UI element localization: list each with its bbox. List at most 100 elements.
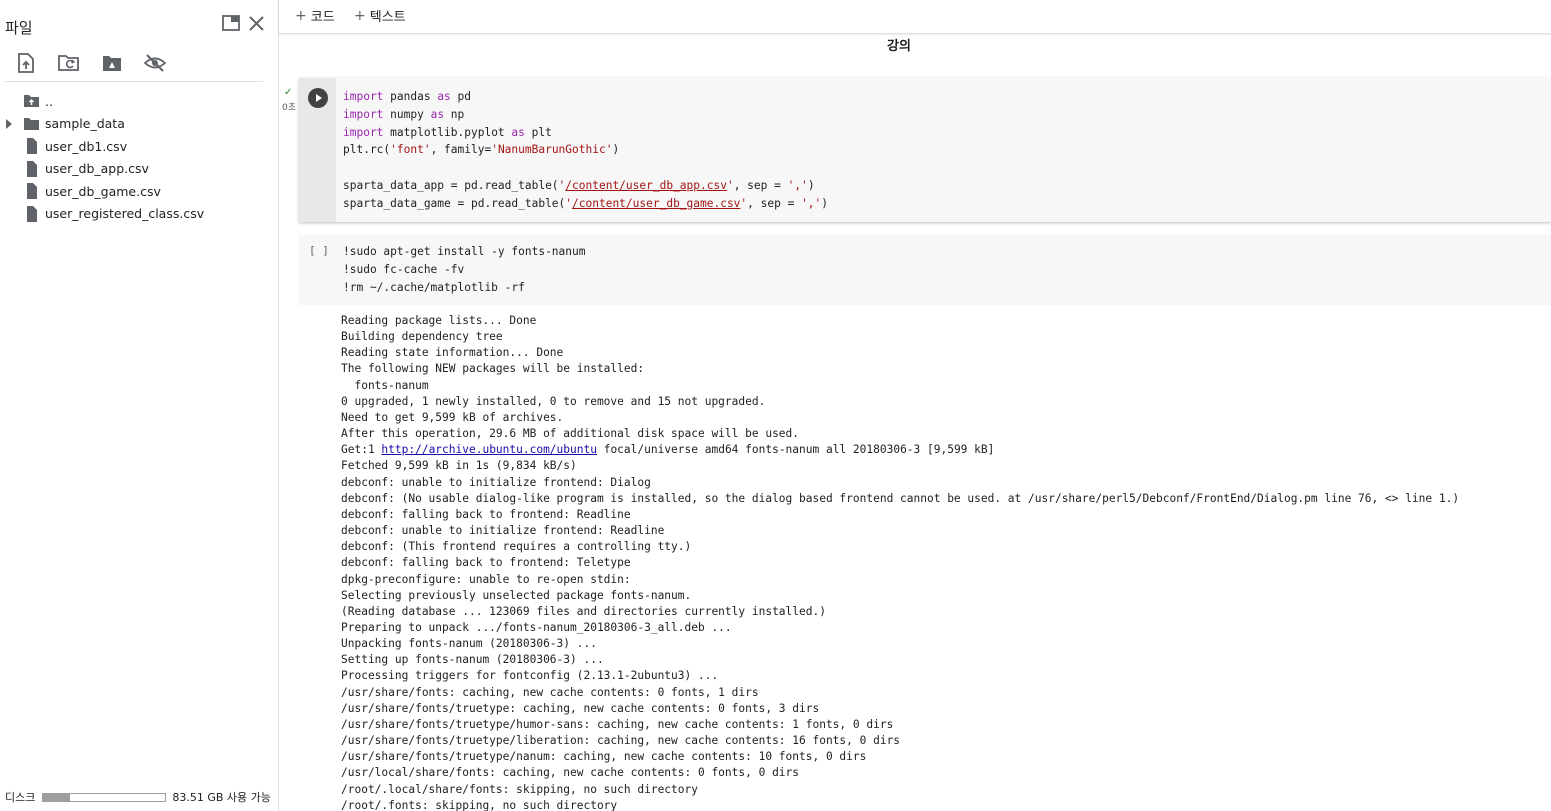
- add-text-button[interactable]: + 텍스트: [354, 6, 406, 26]
- keyword: as: [430, 107, 445, 121]
- string-literal: 'NanumBarunGothic': [491, 143, 613, 157]
- refresh-folder-icon: [58, 55, 79, 71]
- string-literal: ',': [801, 196, 822, 210]
- output-line: /usr/share/fonts/truetype: caching, new …: [341, 701, 820, 715]
- code-line: import pandas as pd: [343, 88, 828, 106]
- code-line: sparta_data_game = pd.read_table('/conte…: [343, 195, 828, 213]
- upload-file-button[interactable]: [14, 51, 38, 75]
- tree-item-label: user_db1.csv: [45, 138, 128, 154]
- cell-output: Reading package lists... Done Building de…: [341, 313, 1459, 811]
- refresh-button[interactable]: [57, 51, 81, 75]
- mount-drive-button[interactable]: [100, 51, 124, 75]
- code-cell-install[interactable]: [ ] !sudo apt-get install -y fonts-nanum…: [299, 235, 1551, 305]
- tree-item-label: sample_data: [45, 116, 125, 132]
- sidebar-toolbar: [14, 51, 167, 75]
- output-line: debconf: falling back to frontend: Readl…: [341, 507, 631, 521]
- tree-item-label: user_db_app.csv: [45, 161, 149, 177]
- output-line: /usr/share/fonts/truetype/liberation: ca…: [341, 734, 901, 748]
- file-icon: [27, 183, 37, 200]
- code-line: plt.rc('font', family='NanumBarunGothic'…: [343, 141, 828, 159]
- output-line: debconf: unable to initialize frontend: …: [341, 475, 651, 489]
- notebook-main: + 코드 + 텍스트 강의 ✓ 0초 import pandas as pd im…: [279, 0, 1551, 811]
- output-line: Fetched 9,599 kB in 1s (9,834 kB/s): [341, 459, 577, 473]
- string-literal: ',': [787, 178, 808, 192]
- output-line: fonts-nanum: [341, 378, 429, 392]
- output-line: Unpacking fonts-nanum (20180306-3) ...: [341, 637, 597, 651]
- add-code-button[interactable]: + 코드: [295, 6, 335, 26]
- output-line: /usr/share/fonts/truetype/humor-sans: ca…: [341, 717, 894, 731]
- disk-usage-fill: [43, 793, 71, 801]
- tree-item-label: user_registered_class.csv: [45, 206, 205, 222]
- tree-item-parent[interactable]: ..: [0, 90, 279, 113]
- execution-time: 0초: [282, 103, 297, 113]
- output-line: debconf: (No usable dialog-like program …: [341, 491, 1460, 505]
- output-line: Processing triggers for fontconfig (2.13…: [341, 669, 719, 683]
- code-token: , sep =: [733, 178, 788, 192]
- output-line: /root/.fonts: skipping, no such director…: [341, 798, 618, 811]
- folder-icon: [24, 117, 39, 130]
- output-line: Setting up fonts-nanum (20180306-3) ...: [341, 653, 604, 667]
- tree-item-label: user_db_game.csv: [45, 183, 161, 199]
- output-line: The following NEW packages will be insta…: [341, 362, 645, 376]
- execution-count[interactable]: [ ]: [309, 244, 329, 257]
- output-line: 0 upgraded, 1 newly installed, 0 to remo…: [341, 394, 766, 408]
- output-line: Need to get 9,599 kB of archives.: [341, 410, 564, 424]
- toggle-hidden-files-button[interactable]: [143, 51, 167, 75]
- code-line: import numpy as np: [343, 106, 828, 124]
- output-line: After this operation, 29.6 MB of additio…: [341, 427, 800, 441]
- tree-item-user-db-app[interactable]: user_db_app.csv: [0, 158, 279, 181]
- keyword: as: [437, 90, 451, 103]
- plus-icon: +: [295, 7, 307, 24]
- code-token: sparta_data_app = pd.read_table(: [343, 178, 559, 192]
- file-path-link[interactable]: /content/user_db_app.csv: [565, 179, 727, 192]
- string-literal: ': [726, 178, 734, 192]
- upload-file-icon: [18, 53, 34, 73]
- tree-item-user-db-game[interactable]: user_db_game.csv: [0, 180, 279, 203]
- output-line: /usr/share/fonts: caching, new cache con…: [341, 685, 759, 699]
- sidebar-title: 파일: [5, 19, 33, 37]
- code-editor[interactable]: import pandas as pd import numpy as np imp…: [343, 88, 828, 213]
- code-token: plt.rc(: [343, 143, 391, 157]
- code-editor[interactable]: !sudo apt-get install -y fonts-nanum !sud…: [343, 243, 585, 296]
- section-heading: 강의: [887, 39, 911, 54]
- plus-icon: +: [354, 7, 366, 24]
- add-code-label: 코드: [310, 10, 335, 25]
- files-sidebar: 파일 .. sample_data user_db1.csv user_db_a…: [0, 0, 279, 811]
- tree-item-user-db1[interactable]: user_db1.csv: [0, 135, 279, 158]
- tree-item-label: ..: [45, 93, 53, 109]
- code-cell-imports[interactable]: import pandas as pd import numpy as np imp…: [299, 78, 1551, 222]
- sidebar-divider: [5, 81, 263, 82]
- code-token: , family=: [430, 143, 492, 157]
- caret-right-icon[interactable]: [5, 118, 13, 129]
- close-icon[interactable]: [248, 15, 265, 32]
- file-path-link[interactable]: /content/user_db_game.csv: [572, 197, 740, 210]
- tree-item-user-registered-class[interactable]: user_registered_class.csv: [0, 203, 279, 226]
- string-literal: 'font': [390, 143, 431, 157]
- code-token: plt: [524, 125, 552, 139]
- file-icon: [27, 205, 37, 222]
- disk-usage: 디스크 83.51 GB 사용 가능: [5, 789, 271, 805]
- open-in-window-icon[interactable]: [222, 15, 240, 31]
- code-line: import matplotlib.pyplot as plt: [343, 124, 828, 142]
- output-line: debconf: falling back to frontend: Telet…: [341, 556, 631, 570]
- code-token: ): [821, 196, 829, 210]
- archive-link[interactable]: http://archive.ubuntu.com/ubuntu: [381, 443, 597, 456]
- output-text: Get:1: [341, 443, 382, 457]
- file-icon: [27, 160, 37, 177]
- output-line: Selecting previously unselected package …: [341, 588, 692, 602]
- output-line: (Reading database ... 123069 files and d…: [341, 604, 826, 618]
- output-line: debconf: (This frontend requires a contr…: [341, 540, 692, 554]
- run-cell-button[interactable]: [308, 88, 328, 108]
- hide-files-icon: [144, 54, 166, 72]
- output-line: dpkg-preconfigure: unable to re-open std…: [341, 572, 631, 586]
- keyword: as: [511, 125, 525, 139]
- code-line: !sudo apt-get install -y fonts-nanum: [343, 245, 586, 258]
- parent-folder-icon: [24, 95, 39, 108]
- mount-drive-icon: [103, 55, 121, 71]
- execution-success-icon: ✓: [284, 87, 293, 98]
- file-tree: .. sample_data user_db1.csv user_db_app.…: [0, 90, 279, 225]
- output-line: /usr/local/share/fonts: caching, new cac…: [341, 766, 800, 780]
- output-line: Reading state information... Done: [341, 346, 564, 360]
- tree-item-sample-data[interactable]: sample_data: [0, 113, 279, 136]
